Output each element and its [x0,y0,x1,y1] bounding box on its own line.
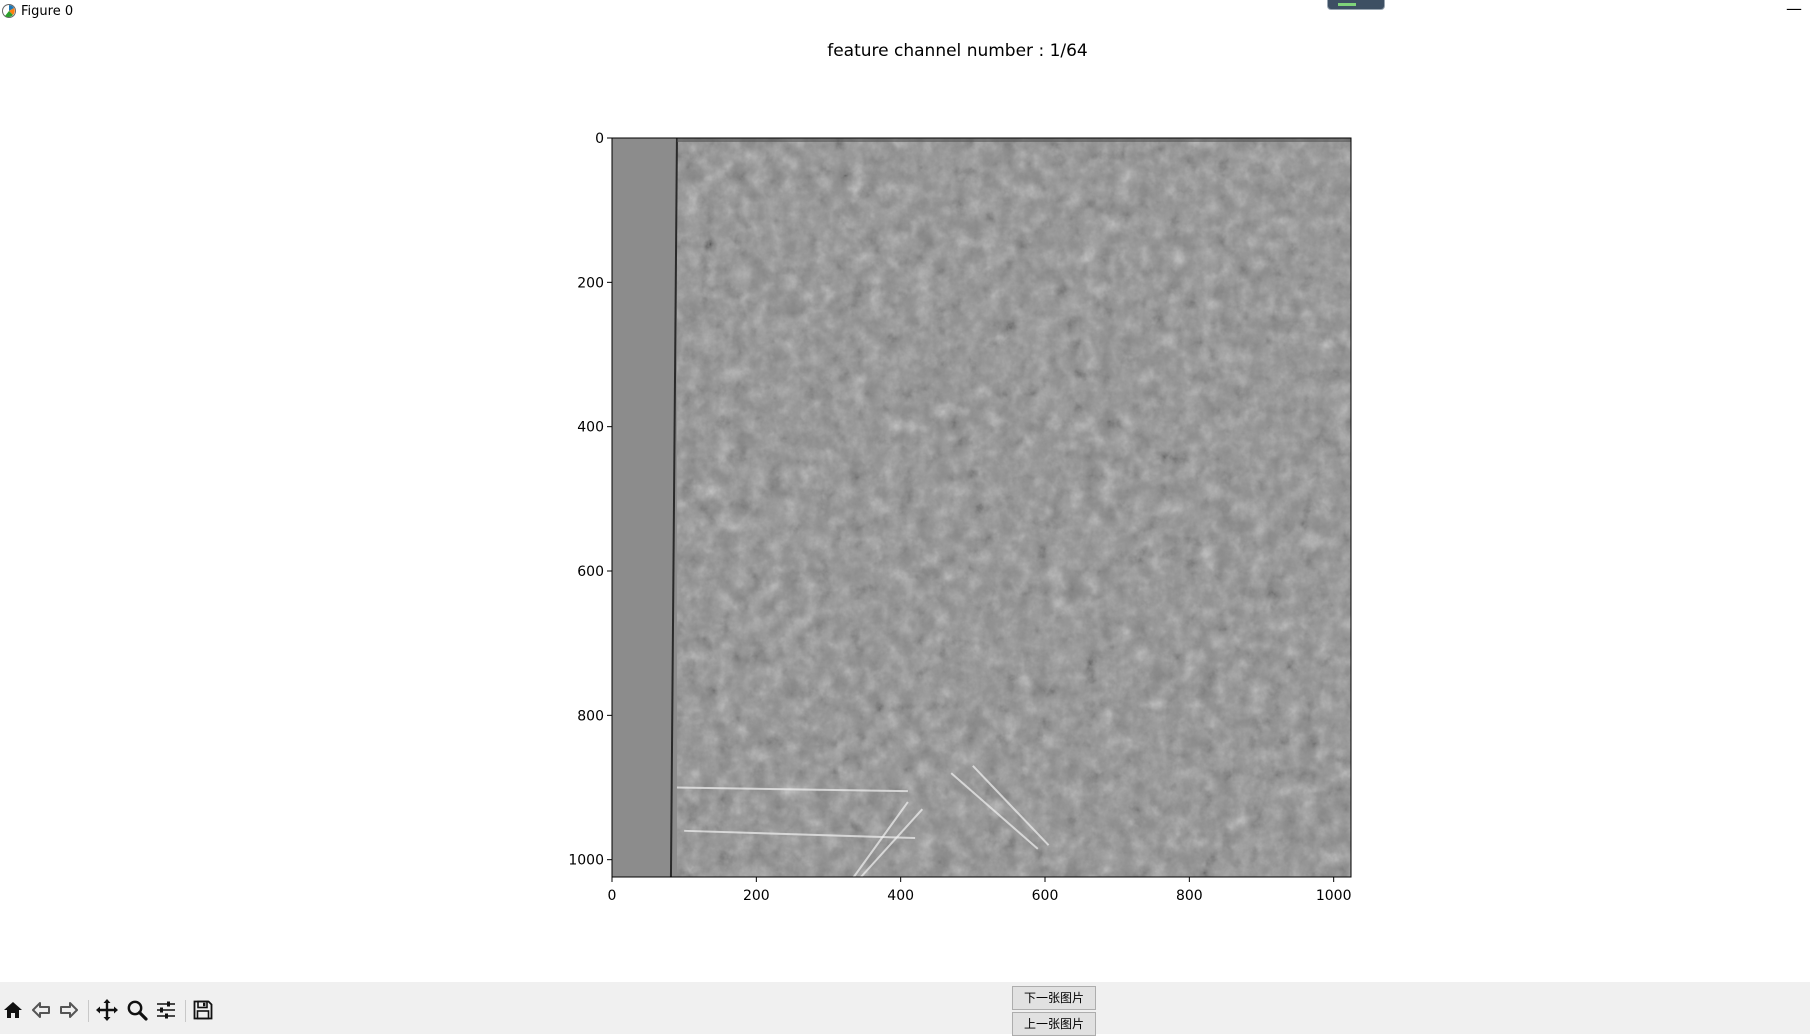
zoom-icon[interactable] [125,998,149,1022]
pan-icon[interactable] [95,998,119,1022]
x-tick-label: 400 [887,888,914,904]
y-tick-label: 1000 [568,853,604,869]
navigation-toolbar: 下一张图片 上一张图片 [0,982,1810,1036]
toolbar-separator [88,1000,89,1022]
plot-area[interactable]: 0 200 400 600 800 1000 0 200 400 600 800 1000 [0,0,1810,982]
y-tick-label: 200 [577,275,604,291]
x-tick-label: 600 [1032,888,1059,904]
image-left-strip [612,138,677,877]
home-icon[interactable] [1,998,25,1022]
x-tick-label: 0 [608,888,617,904]
x-tick-label: 800 [1176,888,1203,904]
save-icon[interactable] [191,998,215,1022]
image-top-band [676,138,1351,142]
subplots-config-icon[interactable] [154,998,178,1022]
image-texture [612,138,1351,877]
y-tick-label: 600 [577,564,604,580]
feature-map-image [612,137,1351,878]
y-tick-label: 400 [577,420,604,436]
back-arrow-icon[interactable] [29,998,53,1022]
x-tick-label: 1000 [1316,888,1352,904]
toolbar-separator [185,1000,186,1022]
next-image-button[interactable]: 下一张图片 [1012,986,1096,1010]
x-tick-label: 200 [743,888,770,904]
y-tick-label: 0 [595,131,604,147]
previous-image-button[interactable]: 上一张图片 [1012,1012,1096,1036]
forward-arrow-icon[interactable] [57,998,81,1022]
y-tick-label: 800 [577,708,604,724]
